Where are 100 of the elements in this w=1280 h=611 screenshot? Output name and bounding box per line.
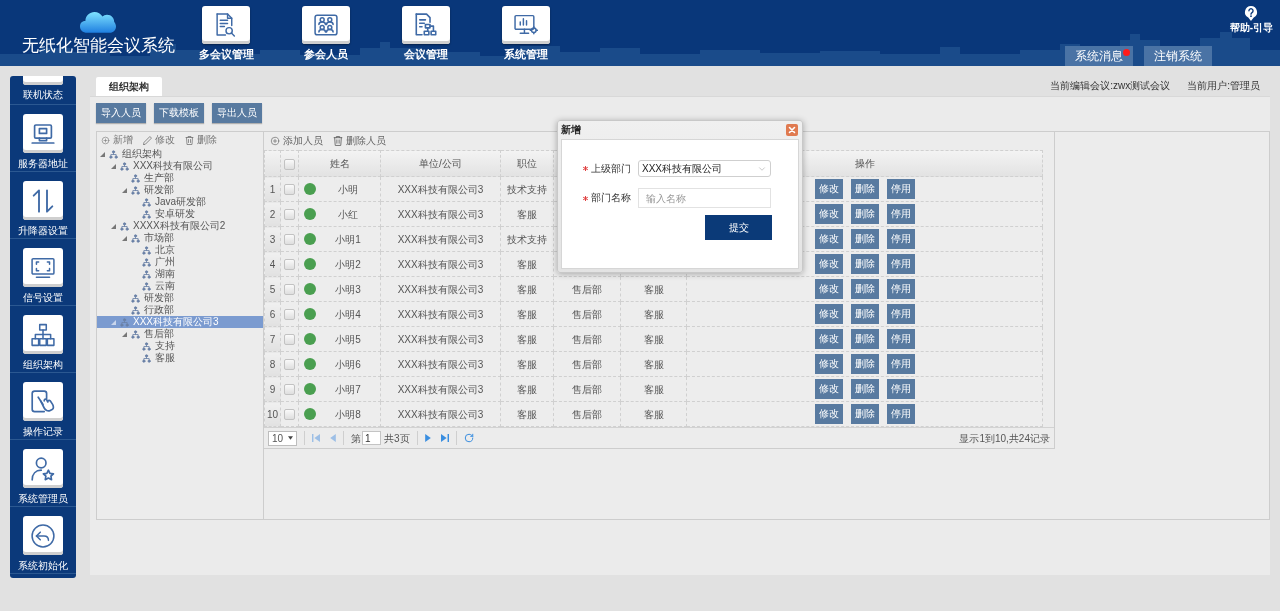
expand-triangle-icon[interactable] <box>122 331 127 337</box>
disable-button[interactable]: 停用 <box>886 329 915 349</box>
tree-node[interactable]: XXXX科技有限公司2 <box>97 220 263 232</box>
tree-node[interactable]: 安卓研发 <box>97 208 263 220</box>
nav-button[interactable]: 会议管理 <box>376 0 476 66</box>
help-button[interactable]: 帮助-引导 <box>1229 6 1273 34</box>
delete-button[interactable]: 删除 <box>850 204 879 224</box>
header-tab[interactable]: 系统消息 <box>1065 46 1133 66</box>
previous-page-icon[interactable] <box>330 434 336 442</box>
sidebar-item[interactable]: 信号设置 <box>10 239 76 305</box>
delete-button[interactable]: 删除 <box>850 229 879 249</box>
export-button[interactable]: 导出人员 <box>212 103 262 123</box>
row-checkbox[interactable] <box>284 384 295 396</box>
row-checkbox[interactable] <box>284 359 295 371</box>
disable-button[interactable]: 停用 <box>886 204 915 224</box>
delete-button[interactable]: 删除 <box>850 279 879 299</box>
sidebar-item[interactable]: 系统管理员 <box>10 440 76 506</box>
expand-triangle-icon[interactable] <box>111 319 116 325</box>
row-checkbox[interactable] <box>284 334 295 346</box>
edit-button[interactable]: 修改 <box>814 354 843 374</box>
row-checkbox[interactable] <box>284 234 295 246</box>
nav-button[interactable]: 多会议管理 <box>176 0 276 66</box>
tree-node[interactable]: 市场部 <box>97 232 263 244</box>
add-button[interactable]: 新增 <box>101 134 133 146</box>
sidebar-item[interactable]: 操作记录 <box>10 373 76 439</box>
expand-triangle-icon[interactable] <box>111 223 116 229</box>
header-tab[interactable]: 注销系统 <box>1144 46 1212 66</box>
tree-node[interactable]: 组织架构 <box>97 148 263 160</box>
edit-button[interactable]: 修改 <box>814 304 843 324</box>
tree-node[interactable]: 研发部 <box>97 292 263 304</box>
tree-node[interactable]: 云南 <box>97 280 263 292</box>
expand-triangle-icon[interactable] <box>122 235 127 241</box>
sidebar-item[interactable]: 服务器地址 <box>10 105 76 171</box>
disable-button[interactable]: 停用 <box>886 179 915 199</box>
tree-node[interactable]: XXX科技有限公司3 <box>97 316 263 328</box>
disable-button[interactable]: 停用 <box>886 404 915 424</box>
close-icon[interactable] <box>786 124 798 136</box>
expand-triangle-icon[interactable] <box>100 151 105 157</box>
edit-button[interactable]: 修改 <box>814 179 843 199</box>
add-person-button[interactable]: 添加人员 <box>270 135 323 147</box>
import-button[interactable]: 导入人员 <box>96 103 146 123</box>
disable-button[interactable]: 停用 <box>886 254 915 274</box>
edit-button[interactable]: 修改 <box>814 279 843 299</box>
sidebar-item[interactable]: 联机状态 <box>10 76 76 104</box>
disable-button[interactable]: 停用 <box>886 229 915 249</box>
delete-button[interactable]: 删除 <box>850 379 879 399</box>
edit-button[interactable]: 修改 <box>814 229 843 249</box>
refresh-icon[interactable] <box>463 433 474 443</box>
submit-button[interactable]: 提交 <box>705 215 772 240</box>
select-all-checkbox[interactable] <box>284 158 295 170</box>
page-size-select[interactable]: 10 <box>268 430 297 446</box>
tree-node[interactable]: 北京 <box>97 244 263 256</box>
delete-button[interactable]: 删除 <box>850 354 879 374</box>
delete-button[interactable]: 删除 <box>850 254 879 274</box>
download-template-button[interactable]: 下载模板 <box>154 103 204 123</box>
tree-node[interactable]: 广州 <box>97 256 263 268</box>
edit-button[interactable]: 修改 <box>814 404 843 424</box>
delete-button[interactable]: 删除 <box>850 179 879 199</box>
edit-button[interactable]: 修改 <box>814 204 843 224</box>
tree-node[interactable]: XXX科技有限公司 <box>97 160 263 172</box>
row-checkbox[interactable] <box>284 409 295 421</box>
sidebar-item[interactable]: 组织架构 <box>10 306 76 372</box>
delete-button[interactable]: 删除 <box>185 134 217 146</box>
disable-button[interactable]: 停用 <box>886 354 915 374</box>
parent-department-select[interactable]: XXX科技有限公司 <box>638 160 771 177</box>
department-name-input[interactable]: 输入名称 <box>638 188 771 208</box>
tree-node[interactable]: 客服 <box>97 352 263 364</box>
delete-person-button[interactable]: 删除人员 <box>333 135 386 147</box>
expand-triangle-icon[interactable] <box>111 163 116 169</box>
delete-button[interactable]: 删除 <box>850 329 879 349</box>
row-checkbox[interactable] <box>284 309 295 321</box>
edit-button[interactable]: 修改 <box>814 379 843 399</box>
row-checkbox[interactable] <box>284 259 295 271</box>
row-checkbox[interactable] <box>284 209 295 221</box>
tree-node[interactable]: 售后部 <box>97 328 263 340</box>
next-page-icon[interactable] <box>424 434 431 442</box>
tree-node[interactable]: Java研发部 <box>97 196 263 208</box>
edit-button[interactable]: 修改 <box>143 134 175 146</box>
tab[interactable]: 组织架构 <box>96 77 162 96</box>
last-page-icon[interactable] <box>440 434 449 442</box>
sidebar-item[interactable]: 升降器设置 <box>10 172 76 238</box>
row-checkbox[interactable] <box>284 184 295 196</box>
sidebar-item[interactable]: 系统初始化 <box>10 507 76 573</box>
tree-node[interactable]: 研发部 <box>97 184 263 196</box>
tree-node[interactable]: 支持 <box>97 340 263 352</box>
tree-node[interactable]: 行政部 <box>97 304 263 316</box>
tree-node[interactable]: 湖南 <box>97 268 263 280</box>
edit-button[interactable]: 修改 <box>814 254 843 274</box>
tree-node[interactable]: 生产部 <box>97 172 263 184</box>
disable-button[interactable]: 停用 <box>886 379 915 399</box>
expand-triangle-icon[interactable] <box>122 187 127 193</box>
row-checkbox[interactable] <box>284 284 295 296</box>
nav-button[interactable]: 参会人员 <box>276 0 376 66</box>
first-page-icon[interactable] <box>312 434 320 442</box>
disable-button[interactable]: 停用 <box>886 279 915 299</box>
nav-button[interactable]: 系统管理 <box>476 0 576 66</box>
edit-button[interactable]: 修改 <box>814 329 843 349</box>
disable-button[interactable]: 停用 <box>886 304 915 324</box>
page-input[interactable]: 1 <box>362 431 381 445</box>
delete-button[interactable]: 删除 <box>850 304 879 324</box>
